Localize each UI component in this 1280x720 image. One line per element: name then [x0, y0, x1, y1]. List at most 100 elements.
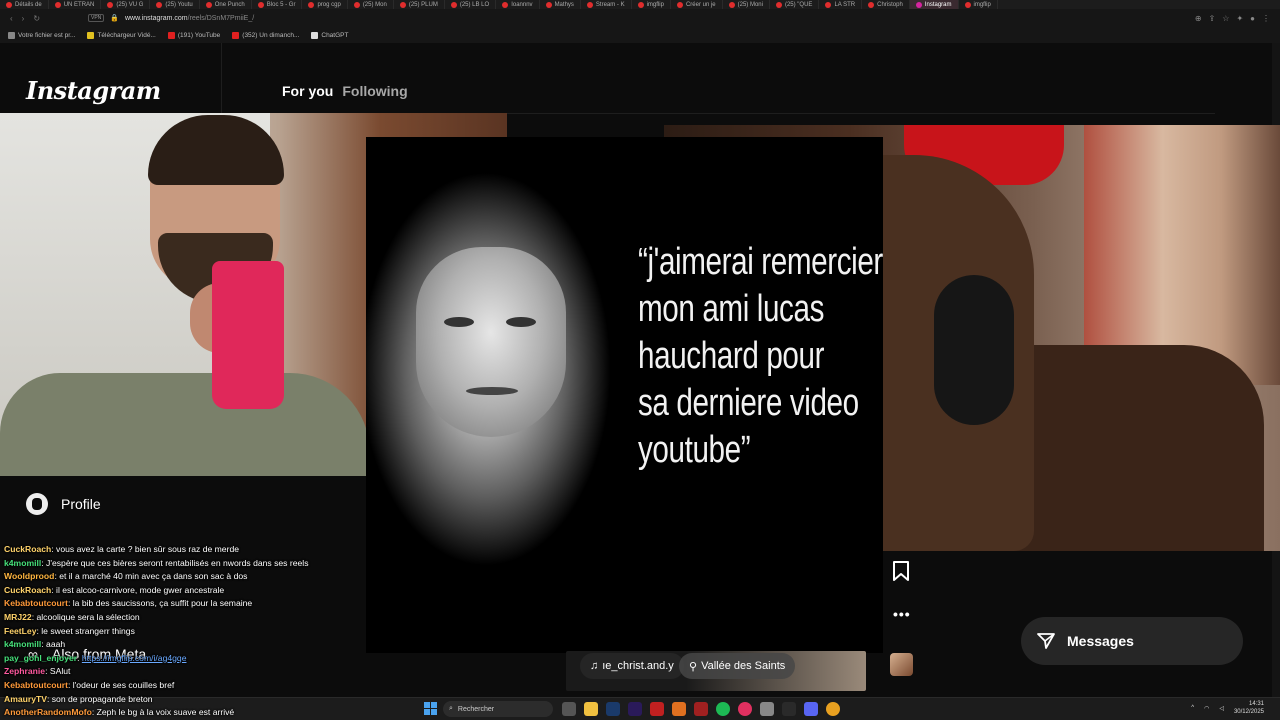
browser-tab[interactable]: Instagram [909, 0, 959, 9]
chat-message: CuckRoach: vous avez la carte ? bien sûr… [4, 543, 364, 557]
location-chip[interactable]: ⚲ Vallée des Saints [679, 653, 796, 679]
chat-username: MRJ22 [4, 611, 32, 622]
taskbar-search[interactable]: ⌕ Rechercher [443, 701, 553, 717]
share-icon[interactable]: ⇪ [1209, 14, 1216, 23]
chat-text: : aaah [41, 639, 66, 650]
browser-tab[interactable]: prog cgp [302, 0, 348, 9]
browser-tab[interactable]: UN ETRAN [49, 0, 102, 9]
bookmark-item[interactable]: Téléchargeur Vidé... [87, 31, 156, 39]
chat-text: : Zeph le bg à la voix suave est arrivé [91, 707, 235, 718]
browser-tab[interactable]: Détails de [0, 0, 49, 9]
discord-icon[interactable] [804, 702, 818, 716]
tab-favicon-icon [257, 1, 264, 8]
bookmark-favicon-icon [311, 31, 319, 39]
windows-start-icon[interactable] [424, 702, 437, 715]
chat-message: AnotherRandomMofo: Zeph le bg à la voix … [4, 706, 364, 720]
bookmark-item[interactable]: (191) YouTube [167, 31, 220, 39]
app-icon-gray[interactable] [760, 702, 774, 716]
chat-message: k4momill: J'espère que ces bières seront… [4, 557, 364, 571]
chrome-icon[interactable] [826, 702, 840, 716]
extensions-icon[interactable]: ✦ [1236, 14, 1243, 23]
messages-button[interactable]: Messages [1021, 617, 1243, 665]
app-icon-orange[interactable] [672, 702, 686, 716]
browser-tab[interactable]: Bloc 5 - Gr [252, 0, 303, 9]
taskbar-apps [562, 702, 840, 716]
bookmark-label: Téléchargeur Vidé... [97, 31, 156, 39]
terminal-icon[interactable] [782, 702, 796, 716]
chat-text: : SAlut [45, 666, 71, 677]
chat-text: : l'odeur de ses couilles bref [67, 679, 175, 690]
instagram-logo[interactable]: Instagram [26, 76, 161, 105]
chat-message: pay_gohl_enjoyer: https://imgflip.com/i/… [4, 652, 364, 666]
browser-tab[interactable]: Mathys [540, 0, 581, 9]
browser-tab[interactable]: Créer un je [671, 0, 723, 9]
browser-tab[interactable]: (25) PLUM [394, 0, 445, 9]
sidebar-item-label: Profile [61, 496, 101, 512]
chat-username: k4momill [4, 639, 42, 650]
zoom-icon[interactable]: ⊕ [1195, 14, 1202, 23]
sidebar-item-profile[interactable]: Profile [26, 493, 101, 515]
browser-tab[interactable]: (25) VU G [101, 0, 151, 9]
app-icon-red[interactable] [650, 702, 664, 716]
tab-label: (25) Mon [362, 1, 387, 8]
address-bar[interactable]: VPN 🔒 www.instagram.com/reels/DSnM7PmiiE… [84, 11, 684, 25]
browser-tab[interactable]: imgflip [959, 0, 998, 9]
vpn-badge[interactable]: VPN [88, 14, 105, 22]
bookmark-item[interactable]: Votre fichier est pr... [8, 31, 75, 39]
audio-thumbnail[interactable] [890, 653, 913, 676]
tab-favicon-icon [450, 1, 457, 8]
bookmark-label: (352) Un dimanch... [242, 31, 300, 39]
profile-icon[interactable]: ● [1250, 14, 1255, 23]
tab-label: Christoph [877, 1, 903, 8]
premiere-icon[interactable] [628, 702, 642, 716]
forward-icon[interactable]: › [22, 14, 25, 23]
back-icon[interactable]: ‹ [10, 14, 13, 23]
bookmark-item[interactable]: (352) Un dimanch... [232, 31, 300, 39]
chat-message: CuckRoach: il est alcoo-carnivore, mode … [4, 584, 364, 598]
tab-favicon-icon [825, 1, 832, 8]
audio-chip[interactable]: ♫ ıe_christ.and.y [580, 653, 684, 679]
tab-favicon-icon [676, 1, 683, 8]
chat-username: pay_gohl_enjoyer [4, 652, 78, 663]
browser-tab[interactable]: (25) Moni [723, 0, 770, 9]
clock[interactable]: 14:31 30/12/2025 [1234, 700, 1264, 716]
browser-tab[interactable]: (25) Mon [348, 0, 394, 9]
chevron-up-icon[interactable]: ^ [1191, 705, 1194, 711]
app-icon-pink[interactable] [738, 702, 752, 716]
chat-username: AnotherRandomMofo [4, 707, 92, 718]
bookmark-item[interactable]: ChatGPT [311, 31, 348, 39]
chat-message: Wooldprood: et il a marché 40 min avec ç… [4, 570, 364, 584]
spotify-icon[interactable] [716, 702, 730, 716]
browser-tab[interactable]: One Punch [200, 0, 252, 9]
task-view-icon[interactable] [562, 702, 576, 716]
photoshop-icon[interactable] [606, 702, 620, 716]
lock-icon[interactable]: 🔒 [110, 14, 119, 22]
chat-link[interactable]: https://imgflip.com/i/ag4gqe [82, 653, 187, 663]
browser-tab[interactable]: (25) LB LO [445, 0, 497, 9]
volume-icon[interactable]: ◁ [1219, 705, 1224, 712]
chat-text: : il est alcoo-carnivore, mode gwer ance… [51, 584, 225, 595]
app-icon-record[interactable] [694, 702, 708, 716]
tab-following[interactable]: Following [342, 83, 407, 99]
browser-tab[interactable]: (25) Youtu [150, 0, 200, 9]
tab-favicon-icon [728, 1, 735, 8]
browser-tab[interactable]: Ioannnv [496, 0, 540, 9]
browser-tab[interactable]: LA STR [819, 0, 863, 9]
tab-for-you[interactable]: For you [282, 83, 333, 99]
browser-tab[interactable]: imgflip [632, 0, 671, 9]
tab-favicon-icon [399, 1, 406, 8]
chat-username: Zephranie [4, 666, 46, 677]
more-icon[interactable]: ••• [893, 606, 911, 622]
music-note-icon: ♫ [590, 660, 599, 672]
bookmark-icon[interactable] [892, 561, 910, 581]
star-icon[interactable]: ☆ [1222, 14, 1229, 23]
reel-video[interactable]: “j'aimerai remercier mon ami lucas hauch… [366, 137, 883, 653]
reload-icon[interactable]: ↻ [33, 14, 40, 23]
file-explorer-icon[interactable] [584, 702, 598, 716]
browser-tab[interactable]: Christoph [862, 0, 910, 9]
browser-tab[interactable]: (25) "QUE [770, 0, 820, 9]
browser-tab[interactable]: Stream - K [581, 0, 632, 9]
wifi-icon[interactable]: ◠ [1204, 705, 1209, 712]
chat-username: Wooldprood [4, 571, 55, 582]
menu-icon[interactable]: ⋮ [1262, 14, 1270, 23]
